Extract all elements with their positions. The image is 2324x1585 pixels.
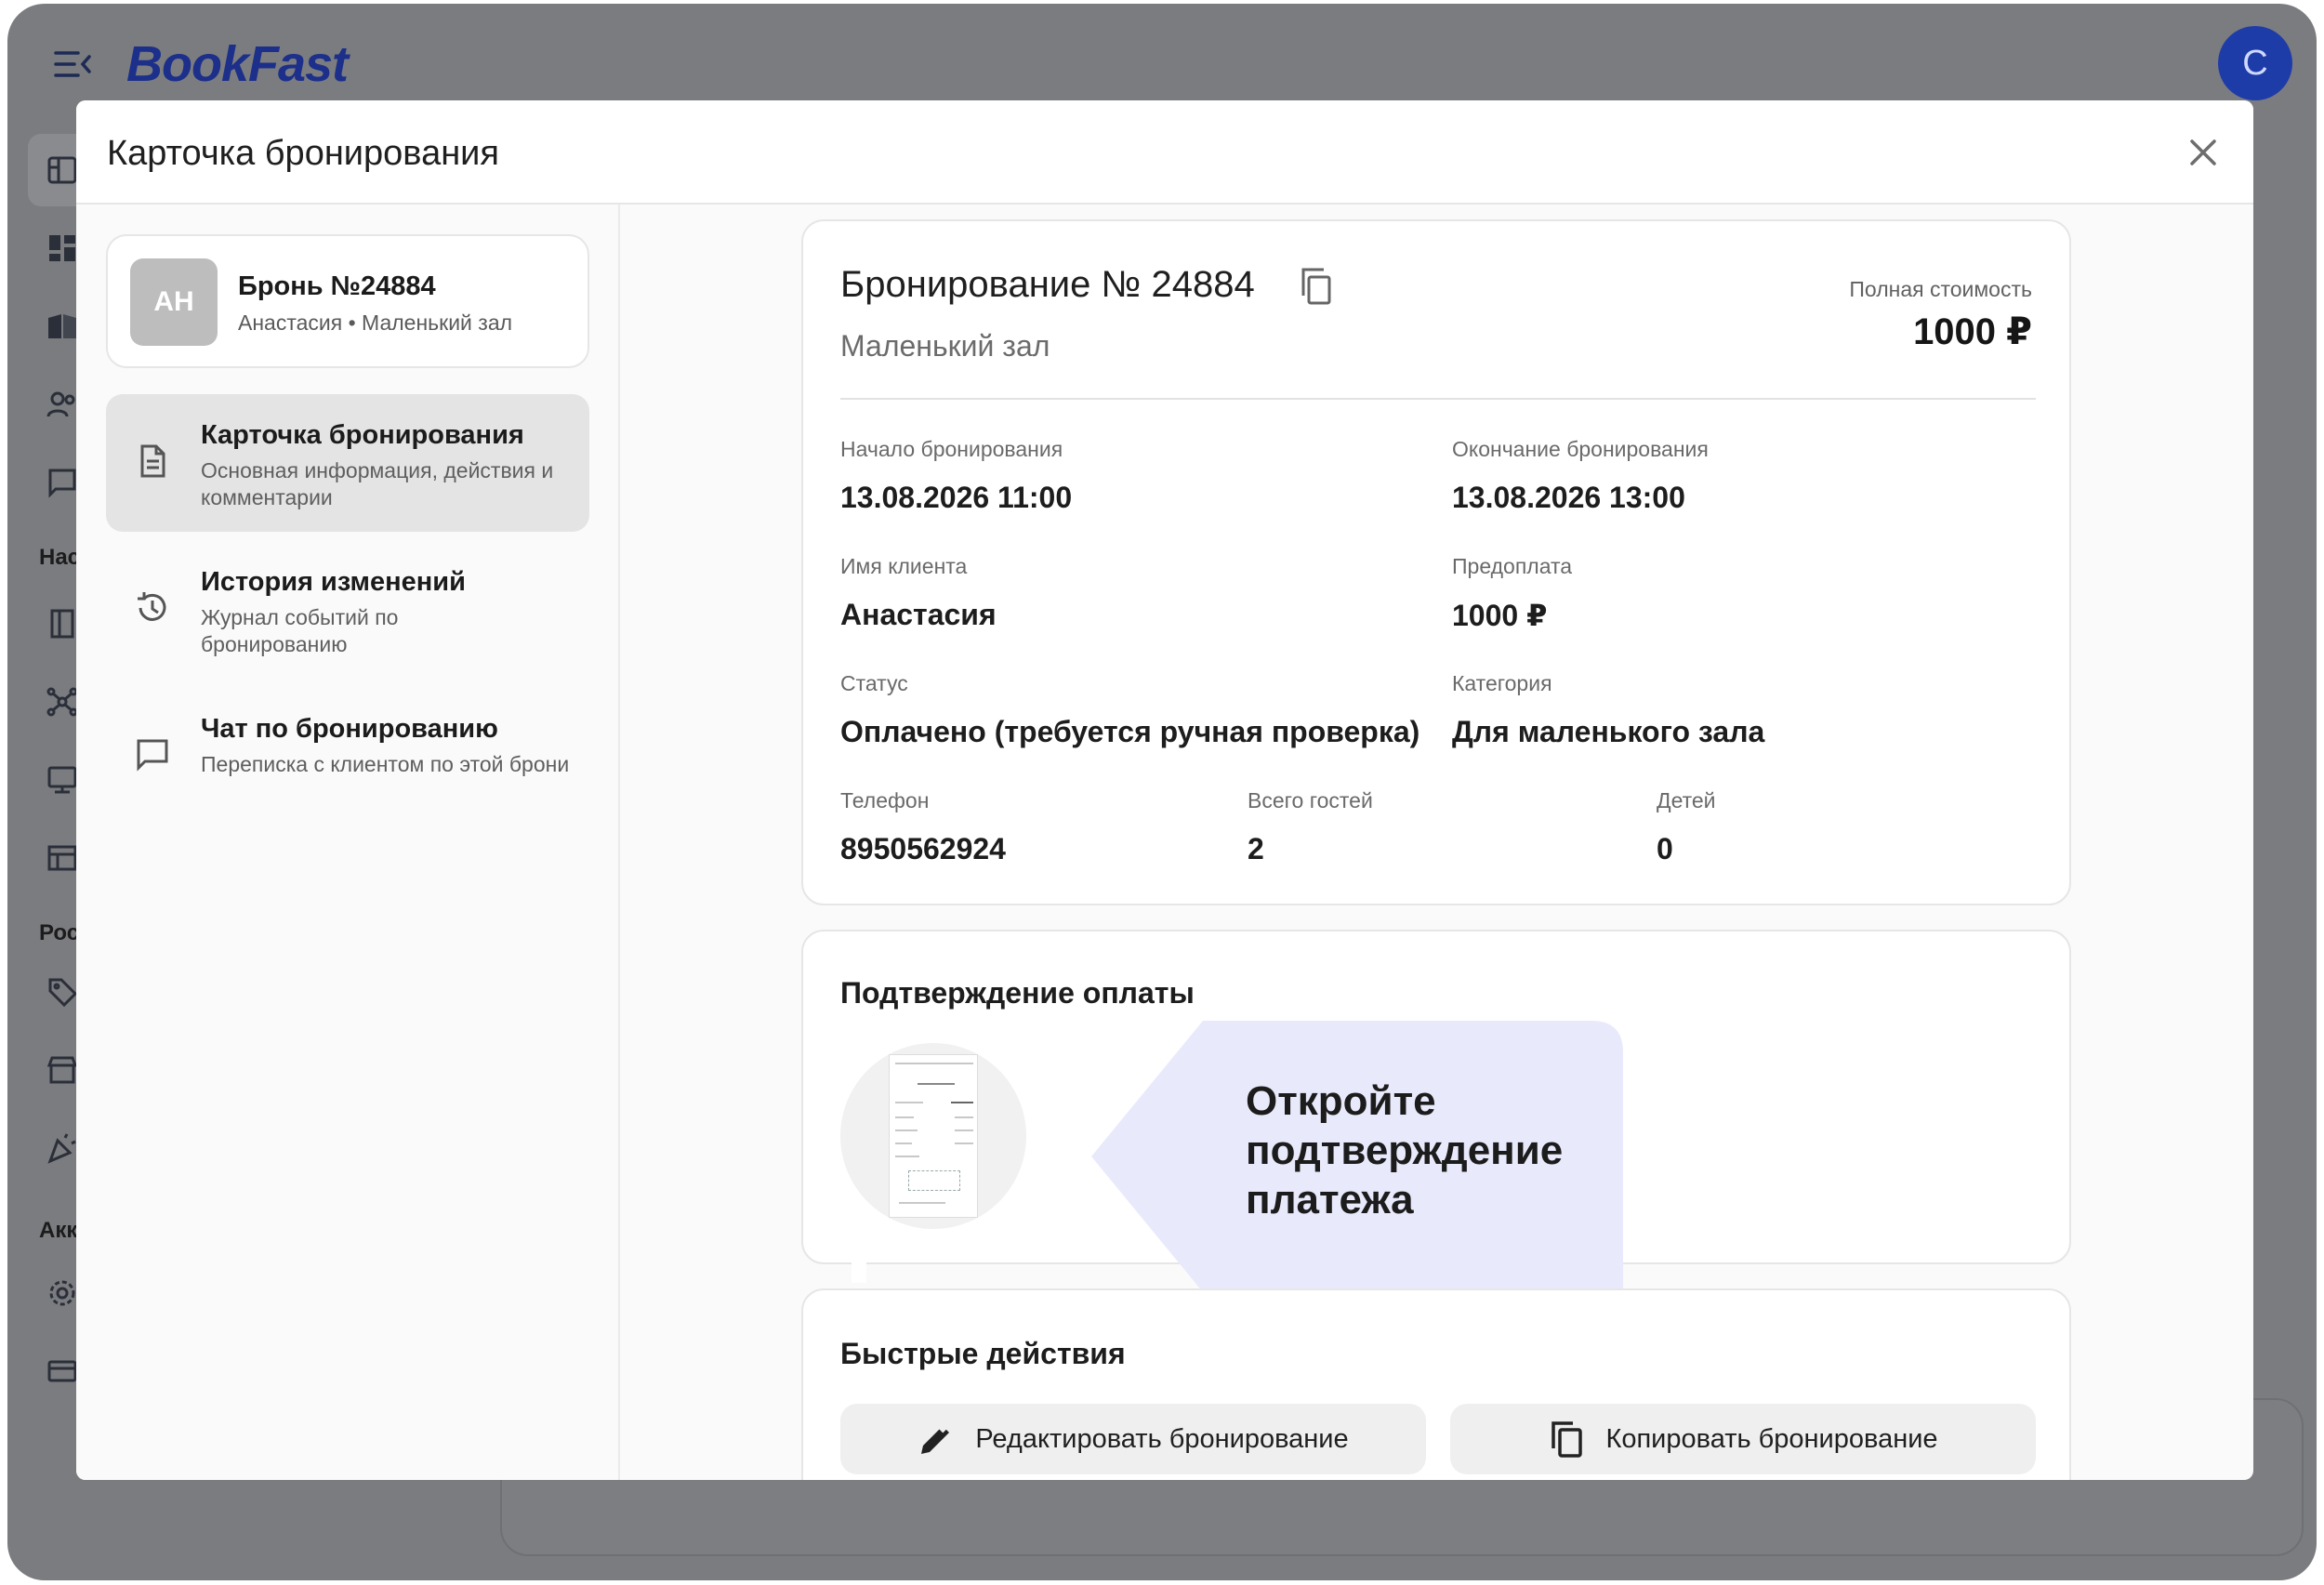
nav-item-title: Карточка бронирования [201, 420, 524, 450]
modal-sidebar: АН Бронь №24884 Анастасия • Маленький за… [76, 205, 620, 1480]
table-icon[interactable] [46, 842, 78, 874]
field-category: Категория Для маленького зала [1452, 671, 1764, 749]
book-icon[interactable] [46, 310, 78, 342]
field-value: 1000 ₽ [1452, 599, 1548, 632]
field-label: Статус [840, 671, 908, 695]
monitor-icon[interactable] [46, 764, 78, 796]
booking-modal: Карточка бронирования АН Бронь №24884 Ан… [76, 100, 2253, 1480]
booking-summary-card: АН Бронь №24884 Анастасия • Маленький за… [106, 234, 589, 368]
field-end: Окончание бронирования 13.08.2026 13:00 [1452, 437, 1709, 515]
field-status: Статус Оплачено (требуется ручная провер… [840, 671, 1419, 749]
nav-item-title: История изменений [201, 567, 466, 597]
quick-actions-card: Быстрые действия Редактировать бронирова… [801, 1288, 2071, 1480]
field-value: Анастасия [840, 598, 997, 631]
document-icon [134, 442, 171, 480]
field-start: Начало бронирования 13.08.2026 11:00 [840, 437, 1072, 515]
calendar-grid-icon[interactable] [46, 154, 78, 186]
party-icon[interactable] [46, 1132, 78, 1164]
nav-item-title: Чат по бронированию [201, 714, 498, 744]
client-initials-avatar: АН [130, 258, 218, 346]
quick-actions-title: Быстрые действия [840, 1337, 1126, 1370]
field-value: Для маленького зала [1452, 715, 1765, 748]
booking-number: Бронь №24884 [238, 271, 436, 301]
nav-item-chat[interactable]: Чат по бронированию Переписка с клиентом… [106, 688, 589, 826]
receipt-image [889, 1054, 978, 1218]
booking-title: Бронирование № 24884 [840, 264, 1255, 305]
booking-details-card: Бронирование № 24884 Маленький зал Полна… [801, 219, 2071, 905]
copy-icon [1548, 1420, 1585, 1458]
copy-icon[interactable] [1298, 266, 1335, 307]
field-client: Имя клиента Анастасия [840, 554, 997, 632]
left-rail: Нас Рос Акк [7, 125, 93, 1519]
nav-item-subtitle: Переписка с клиентом по этой брони [201, 752, 570, 776]
users-icon[interactable] [46, 389, 78, 420]
field-guests: Всего гостей 2 [1248, 788, 1373, 866]
dashboard-icon[interactable] [46, 232, 78, 264]
edit-booking-button[interactable]: Редактировать бронирование [840, 1404, 1426, 1474]
copy-booking-label: Копировать бронирование [1605, 1423, 1938, 1454]
message-icon[interactable] [46, 467, 78, 498]
pointer-connector [852, 1253, 866, 1283]
door-icon[interactable] [46, 608, 78, 640]
nav-item-subtitle: Основная информация, действия и коммента… [201, 458, 554, 509]
credit-card-icon[interactable] [46, 1355, 78, 1387]
field-label: Начало бронирования [840, 437, 1063, 461]
field-value: 2 [1248, 832, 1264, 865]
top-bar: BookFast С [7, 4, 2317, 115]
booking-hall: Маленький зал [840, 329, 1050, 363]
field-value: 13.08.2026 13:00 [1452, 481, 1685, 514]
chat-icon [134, 736, 171, 773]
rail-section-label: Акк [39, 1218, 78, 1243]
field-prepay: Предоплата 1000 ₽ [1452, 554, 1572, 633]
rail-section-label: Рос [39, 920, 80, 945]
divider [840, 398, 2036, 400]
edit-booking-label: Редактировать бронирование [975, 1423, 1349, 1454]
field-label: Окончание бронирования [1452, 437, 1709, 461]
field-children: Детей 0 [1657, 788, 1716, 866]
tooltip-text: Откройте подтверждение платежа [1246, 1078, 1564, 1222]
field-label: Телефон [840, 788, 930, 812]
field-value: 13.08.2026 11:00 [840, 481, 1073, 514]
modal-title: Карточка бронирования [107, 134, 499, 173]
field-label: Имя клиента [840, 554, 968, 578]
field-label: Всего гостей [1248, 788, 1373, 812]
close-icon[interactable] [2185, 134, 2222, 171]
field-label: Категория [1452, 671, 1552, 695]
modal-header: Карточка бронирования [76, 100, 2253, 205]
brand-logo[interactable]: BookFast [126, 35, 349, 93]
menu-collapse-icon[interactable] [54, 48, 91, 80]
nav-item-booking-card[interactable]: Карточка бронирования Основная информаци… [106, 394, 589, 532]
user-avatar[interactable]: С [2218, 26, 2292, 100]
payment-confirmation-title: Подтверждение оплаты [840, 976, 1195, 1010]
tag-icon[interactable] [46, 976, 78, 1008]
booking-client-hall: Анастасия • Маленький зал [238, 310, 513, 335]
store-icon[interactable] [46, 1054, 78, 1086]
total-cost-value: 1000 ₽ [1913, 311, 2032, 352]
field-value: 8950562924 [840, 832, 1006, 865]
nav-item-history[interactable]: История изменений Журнал событий по брон… [106, 541, 589, 679]
nav-item-subtitle: Журнал событий по бронированию [201, 605, 399, 656]
onboarding-tooltip: Откройте подтверждение платежа [1091, 1021, 1623, 1292]
history-icon [134, 589, 171, 627]
receipt-thumbnail[interactable] [840, 1043, 1026, 1229]
copy-booking-button[interactable]: Копировать бронирование [1450, 1404, 2036, 1474]
gear-icon[interactable] [46, 1277, 78, 1309]
rail-section-label: Нас [39, 545, 81, 570]
field-value: Оплачено (требуется ручная проверка) [840, 715, 1420, 748]
pencil-icon [918, 1420, 955, 1458]
field-phone: Телефон 8950562924 [840, 788, 1006, 866]
network-icon[interactable] [46, 686, 78, 718]
field-label: Предоплата [1452, 554, 1573, 578]
field-value: 0 [1657, 832, 1673, 865]
field-label: Детей [1657, 788, 1716, 812]
total-cost-label: Полная стоимость [1849, 277, 2032, 301]
